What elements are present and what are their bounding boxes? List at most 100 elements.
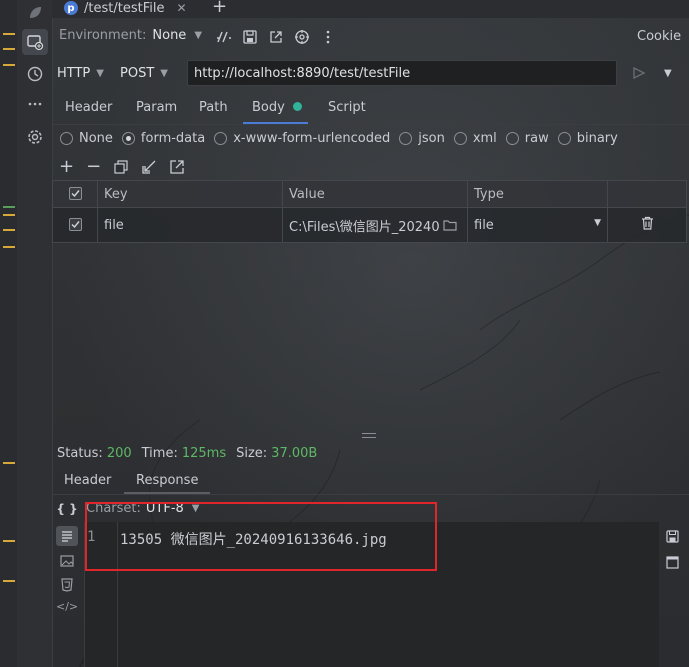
view-mode-strip: { } </>	[56, 502, 78, 618]
chevron-down-icon: ▼	[160, 68, 168, 79]
add-row-icon[interactable]: +	[59, 158, 74, 176]
row-value-cell[interactable]: C:\Files\微信图片_202409	[282, 207, 468, 243]
radio-urlencoded-control[interactable]	[214, 132, 228, 145]
tab-script[interactable]: Script	[328, 100, 366, 115]
import-icon[interactable]	[141, 159, 157, 175]
more-icon[interactable]	[22, 91, 48, 117]
tab-response-body[interactable]: Response	[136, 473, 198, 488]
radio-binary-control[interactable]	[557, 132, 571, 145]
tab-body[interactable]: Body	[252, 100, 302, 115]
code-view-icon[interactable]: </>	[56, 600, 78, 618]
folder-icon[interactable]	[443, 219, 457, 231]
divider	[52, 124, 689, 125]
image-view-icon[interactable]	[56, 552, 78, 570]
column-header-type: Type	[467, 180, 608, 208]
radio-raw[interactable]: raw	[505, 131, 549, 146]
radio-x-www-form-urlencoded[interactable]: x-www-form-urlencoded	[214, 131, 390, 146]
history-clock-icon[interactable]	[22, 61, 48, 87]
api-client-icon[interactable]	[22, 29, 48, 55]
radio-form-data[interactable]: form-data	[121, 131, 206, 146]
row-checkbox[interactable]	[68, 217, 82, 231]
highlight-box	[85, 502, 437, 571]
chevron-down-icon: ▼	[194, 30, 203, 41]
radio-xml[interactable]: xml	[453, 131, 497, 146]
tool-strip	[17, 0, 53, 667]
gutter-marker	[3, 229, 15, 231]
row-type-value: file	[474, 217, 494, 233]
radio-json[interactable]: json	[399, 131, 445, 146]
table-row: file C:\Files\微信图片_202409 file ▼	[52, 207, 687, 243]
remove-row-icon[interactable]: −	[86, 158, 101, 176]
gutter-marker	[3, 580, 15, 582]
export-icon[interactable]	[169, 159, 185, 175]
row-key-cell[interactable]: file	[97, 207, 283, 243]
editor-gutter	[0, 0, 18, 667]
url-value: http://localhost:8890/test/testFile	[194, 65, 411, 81]
text-view-icon[interactable]	[56, 526, 78, 546]
request-tab-title: /test/testFile	[84, 0, 165, 16]
radio-none-control[interactable]	[60, 132, 73, 145]
table-header-row: Key Value Type	[52, 180, 687, 208]
radio-none-label: None	[79, 131, 113, 146]
tab-body-label: Body	[252, 100, 285, 115]
time-value: 125ms	[181, 446, 227, 461]
add-tab-button[interactable]: +	[212, 0, 227, 17]
environment-label: Environment:	[59, 28, 147, 43]
radio-binary-label: binary	[576, 131, 618, 146]
radio-raw-control[interactable]	[505, 132, 519, 145]
size-value: 37.00B	[271, 446, 318, 461]
export-icon[interactable]	[268, 29, 284, 45]
html-view-icon[interactable]	[56, 576, 78, 594]
row-select-cell	[52, 207, 98, 243]
gutter-marker	[3, 246, 15, 248]
radio-xml-label: xml	[472, 131, 497, 146]
trash-icon[interactable]	[641, 216, 654, 230]
tab-path[interactable]: Path	[199, 100, 228, 115]
protocol-value: HTTP	[57, 66, 91, 81]
radio-binary[interactable]: binary	[557, 131, 618, 146]
gutter-marker	[3, 214, 15, 216]
gutter-marker	[3, 540, 15, 542]
slash-toggle-icon[interactable]	[216, 29, 232, 45]
target-icon[interactable]	[294, 29, 310, 45]
tab-header[interactable]: Header	[65, 100, 112, 115]
send-button[interactable]	[632, 66, 646, 80]
more-vertical-icon[interactable]	[320, 29, 336, 45]
settings-gear-icon[interactable]	[22, 124, 48, 150]
column-header-key: Key	[97, 180, 283, 208]
splitter-handle[interactable]	[362, 433, 376, 438]
radio-form-data-label: form-data	[140, 131, 206, 146]
column-header-value: Value	[282, 180, 468, 208]
status-code: 200	[106, 446, 132, 461]
tab-response-header[interactable]: Header	[64, 473, 111, 488]
save-response-icon[interactable]	[666, 530, 679, 547]
method-selector[interactable]: POST ▼	[120, 66, 168, 81]
request-tab[interactable]: p /test/testFile ✕	[64, 0, 187, 16]
time-label: Time:	[141, 446, 178, 461]
leaf-icon[interactable]	[22, 0, 48, 26]
toolbar-actions	[216, 29, 336, 45]
select-all-checkbox[interactable]	[68, 186, 82, 200]
tab-param[interactable]: Param	[136, 100, 177, 115]
maximize-icon[interactable]	[666, 556, 679, 573]
body-set-dot-icon	[292, 102, 302, 111]
copy-icon[interactable]	[113, 159, 129, 175]
status-label: Status:	[57, 446, 103, 461]
radio-none[interactable]: None	[60, 131, 113, 146]
gutter-marker	[3, 462, 15, 464]
json-braces-icon[interactable]: { }	[56, 502, 78, 520]
protocol-selector[interactable]: HTTP ▼	[57, 66, 104, 81]
row-type-cell[interactable]: file ▼	[467, 207, 608, 243]
cookie-button[interactable]: Cookie	[637, 29, 681, 44]
close-tab-icon[interactable]: ✕	[176, 1, 186, 15]
url-input[interactable]: http://localhost:8890/test/testFile	[187, 60, 617, 86]
environment-value: None	[152, 28, 187, 43]
send-options-chevron-icon[interactable]: ▼	[664, 68, 672, 79]
radio-xml-control[interactable]	[453, 132, 467, 145]
environment-selector[interactable]: Environment: None ▼	[59, 28, 202, 43]
radio-json-control[interactable]	[399, 132, 413, 145]
editor-tab-bar: p /test/testFile ✕ +	[52, 0, 689, 18]
table-actions: + −	[59, 158, 185, 176]
save-icon[interactable]	[242, 29, 258, 45]
radio-form-data-control[interactable]	[121, 132, 135, 145]
